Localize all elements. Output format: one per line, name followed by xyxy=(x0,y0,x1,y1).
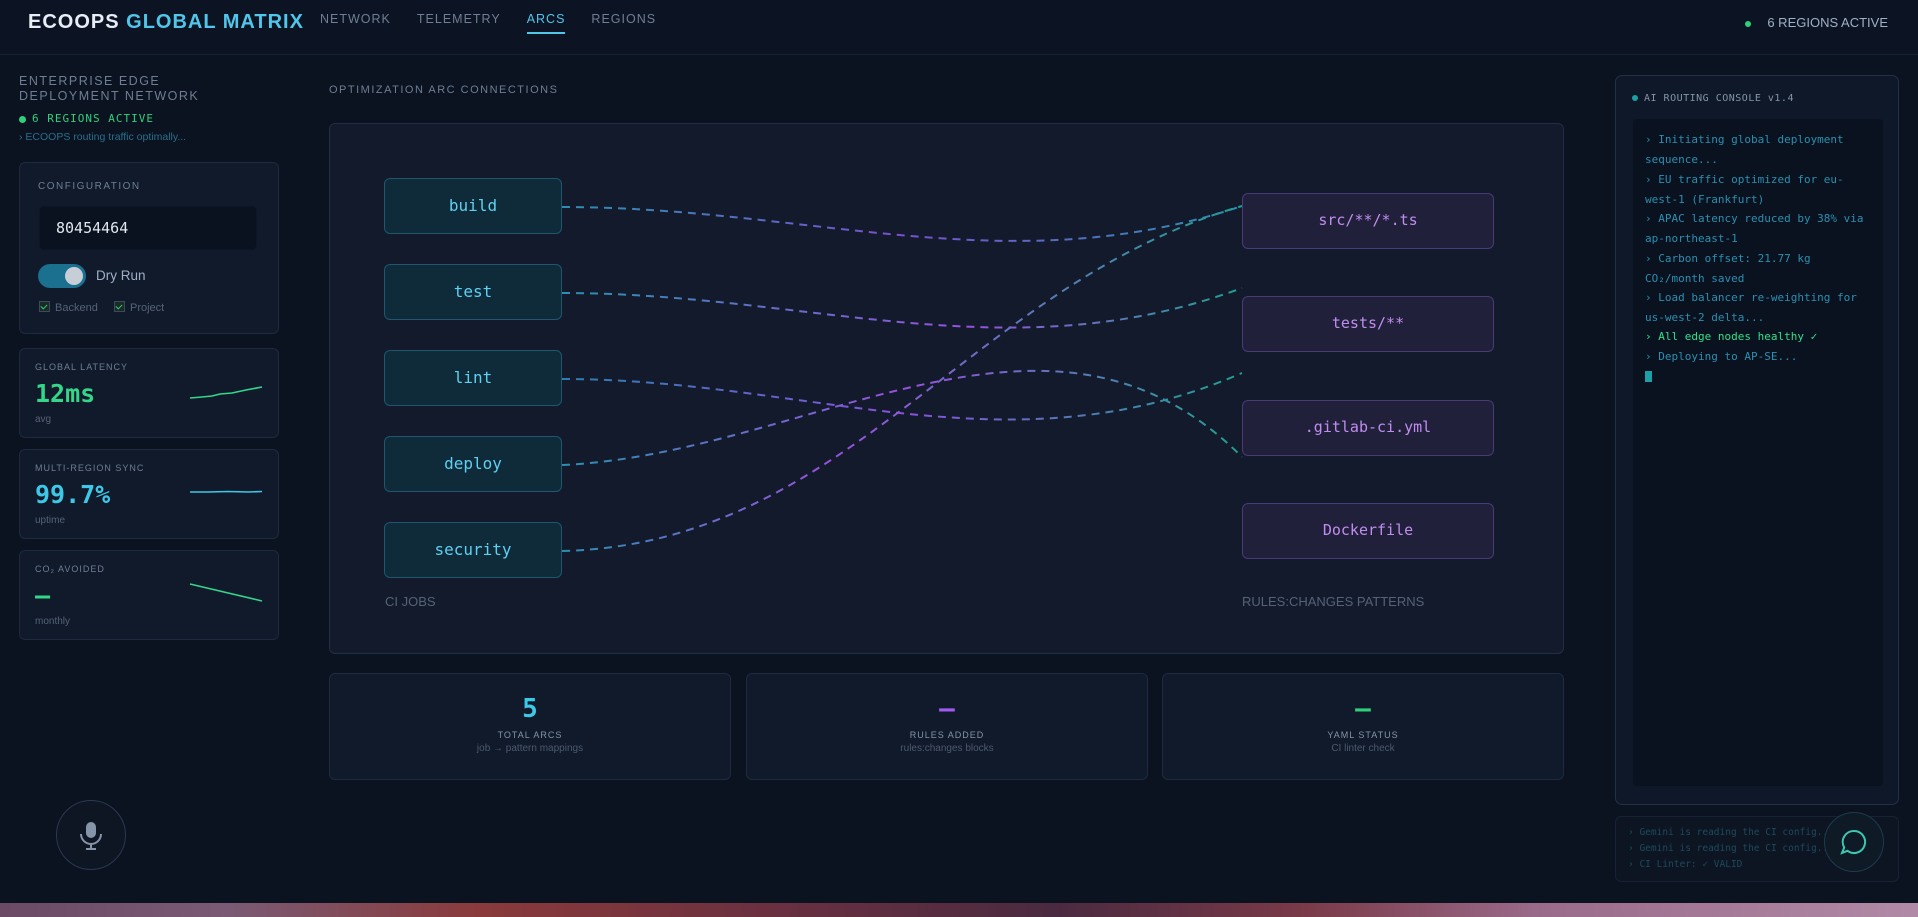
tab-telemetry[interactable]: TELEMETRY xyxy=(417,12,501,34)
mic-icon xyxy=(80,822,102,850)
arc-lint-gitlab xyxy=(561,372,1243,421)
console-dot-icon xyxy=(1632,95,1638,101)
metric-sub: monthly xyxy=(35,616,71,627)
metric-value: 12ms xyxy=(35,379,96,408)
active-dot-icon xyxy=(19,115,26,123)
arc-panel: build test lint deploy security src/**/*… xyxy=(329,123,1564,654)
co2-sparkline xyxy=(189,583,263,602)
chat-button[interactable] xyxy=(1824,812,1884,872)
jobs-column-label: CI JOBS xyxy=(385,594,436,609)
pattern-node-gitlab-ci[interactable]: .gitlab-ci.yml xyxy=(1242,400,1494,456)
job-node-deploy[interactable]: deploy xyxy=(384,436,562,492)
log-line: › Carbon offset: 21.77 kg CO₂/month save… xyxy=(1645,252,1811,285)
stat-card-yaml-status: — YAML STATUS CI linter check xyxy=(1162,673,1564,780)
project-label: Project xyxy=(130,302,165,314)
console-title-text: AI ROUTING CONSOLE v1.4 xyxy=(1644,93,1794,104)
backend-label: Backend xyxy=(55,302,98,314)
console-log: › Initiating global deployment sequence.… xyxy=(1633,119,1883,786)
ai-routing-console: AI ROUTING CONSOLE v1.4 › Initiating glo… xyxy=(1615,75,1899,805)
status-dot-icon xyxy=(1745,20,1752,27)
metric-label: GLOBAL LATENCY xyxy=(35,362,129,372)
log-line: › Initiating global deployment sequence.… xyxy=(1645,133,1844,166)
log-line: › APAC latency reduced by 38% via ap-nor… xyxy=(1645,212,1864,245)
checkbox-icon xyxy=(39,301,50,312)
metric-sub: uptime xyxy=(35,515,66,526)
latency-sparkline xyxy=(189,386,263,399)
arc-test-tests xyxy=(561,287,1243,329)
top-bar: ECOOPS GLOBAL MATRIX NETWORK TELEMETRY A… xyxy=(0,0,1918,55)
sync-sparkline xyxy=(190,490,263,493)
stat-sub: job → pattern mappings xyxy=(476,743,584,754)
backend-checkbox[interactable]: Backend xyxy=(39,301,98,314)
regions-status: 6 REGIONS ACTIVE xyxy=(1745,15,1888,30)
regions-active: 6 REGIONS ACTIVE xyxy=(19,112,279,125)
brand-accent: GLOBAL MATRIX xyxy=(126,11,304,33)
ticker-line: › Gemini is reading the CI config... xyxy=(1628,843,1834,854)
pattern-node-src[interactable]: src/**/*.ts xyxy=(1242,193,1494,249)
stat-label: RULES ADDED xyxy=(909,730,985,740)
ticker-line: › CI Linter: ✓ VALID xyxy=(1628,859,1743,870)
stat-sub: CI linter check xyxy=(1331,743,1395,754)
console-cursor xyxy=(1645,371,1652,382)
tab-network[interactable]: NETWORK xyxy=(320,12,391,34)
app-logo: ECOOPS GLOBAL MATRIX xyxy=(28,11,304,34)
configuration-card: CONFIGURATION 80454464 Dry Run Backend P… xyxy=(19,162,279,334)
log-line: › All edge nodes healthy ✓ xyxy=(1645,330,1818,343)
routing-status: › ECOOPS routing traffic optimally... xyxy=(19,131,187,143)
metric-card-latency: GLOBAL LATENCY 12ms avg xyxy=(19,348,279,438)
console-title: AI ROUTING CONSOLE v1.4 xyxy=(1632,93,1794,104)
metric-value: 99.7% xyxy=(35,480,111,509)
tab-regions[interactable]: REGIONS xyxy=(591,12,656,34)
pattern-node-tests[interactable]: tests/** xyxy=(1242,296,1494,352)
stat-card-total-arcs: 5 TOTAL ARCS job → pattern mappings xyxy=(329,673,731,780)
log-line: › Deploying to AP-SE... xyxy=(1645,350,1798,363)
stat-value: — xyxy=(939,694,955,724)
stat-sub: rules:changes blocks xyxy=(900,743,994,754)
main-nav: NETWORK TELEMETRY ARCS REGIONS xyxy=(320,12,682,34)
sidebar-header: ENTERPRISE EDGE DEPLOYMENT NETWORK 6 REG… xyxy=(19,74,279,143)
regions-active-text: 6 REGIONS ACTIVE xyxy=(32,112,154,125)
checkbox-icon xyxy=(114,301,125,312)
metric-card-co2: CO₂ AVOIDED — monthly xyxy=(19,550,279,640)
config-input[interactable]: 80454464 xyxy=(39,206,257,250)
mic-button[interactable] xyxy=(56,800,126,870)
config-label: CONFIGURATION xyxy=(38,181,141,192)
job-node-lint[interactable]: lint xyxy=(384,350,562,406)
chat-icon xyxy=(1840,829,1867,855)
regions-status-text: 6 REGIONS ACTIVE xyxy=(1767,15,1888,30)
job-node-security[interactable]: security xyxy=(384,522,562,578)
arc-deploy-dockerfile xyxy=(561,369,1243,466)
ticker-line: › Gemini is reading the CI config... xyxy=(1628,827,1834,838)
stat-value: — xyxy=(1355,694,1371,724)
tab-arcs[interactable]: ARCS xyxy=(526,12,566,34)
project-checkbox[interactable]: Project xyxy=(114,301,164,314)
network-title: ENTERPRISE EDGE DEPLOYMENT NETWORK xyxy=(19,74,200,103)
background-strip xyxy=(0,903,1918,917)
brand-prefix: ECOOPS xyxy=(28,11,120,33)
dry-run-toggle[interactable] xyxy=(38,264,86,288)
log-line: › Load balancer re-weighting for us-west… xyxy=(1645,291,1857,324)
stat-card-rules-added: — RULES ADDED rules:changes blocks xyxy=(746,673,1148,780)
stat-value: 5 xyxy=(522,694,538,724)
stat-label: TOTAL ARCS xyxy=(497,730,563,740)
job-node-build[interactable]: build xyxy=(384,178,562,234)
log-line: › EU traffic optimized for eu-west-1 (Fr… xyxy=(1645,173,1844,206)
arc-security-src xyxy=(561,205,1243,552)
dry-run-label: Dry Run xyxy=(96,268,146,283)
patterns-column-label: RULES:CHANGES PATTERNS xyxy=(1242,594,1425,609)
pattern-node-dockerfile[interactable]: Dockerfile xyxy=(1242,503,1494,559)
metric-card-sync: MULTI-REGION SYNC 99.7% uptime xyxy=(19,449,279,539)
job-node-test[interactable]: test xyxy=(384,264,562,320)
arcs-section-title: OPTIMIZATION ARC CONNECTIONS xyxy=(329,84,559,96)
stat-label: YAML STATUS xyxy=(1327,730,1399,740)
metric-sub: avg xyxy=(35,414,52,425)
metric-value: — xyxy=(35,581,51,610)
toggle-knob xyxy=(65,267,83,285)
metric-label: CO₂ AVOIDED xyxy=(35,564,105,574)
arc-build-src xyxy=(561,205,1243,242)
metric-label: MULTI-REGION SYNC xyxy=(35,463,145,473)
